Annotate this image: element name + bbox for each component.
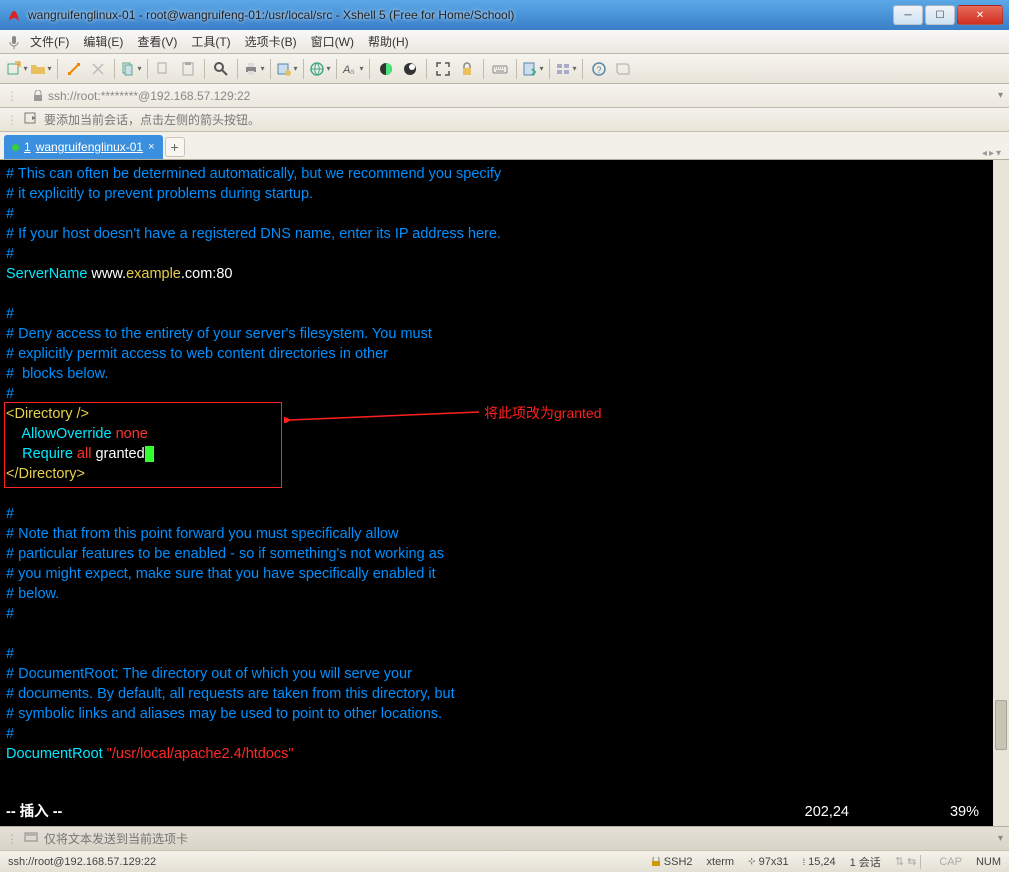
send-bar: ⋮ ▾ bbox=[0, 826, 1009, 850]
status-bar: ssh://root@192.168.57.129:22 SSH2 xterm … bbox=[0, 850, 1009, 872]
help-button[interactable]: ? bbox=[588, 58, 610, 80]
find-button[interactable] bbox=[210, 58, 232, 80]
layout-button[interactable] bbox=[555, 58, 577, 80]
menu-tools[interactable]: 工具(T) bbox=[191, 33, 230, 50]
status-num: NUM bbox=[976, 856, 1001, 868]
menu-view[interactable]: 查看(V) bbox=[137, 33, 177, 50]
vim-mode: -- 插入 -- bbox=[6, 802, 62, 822]
copy-style-button[interactable] bbox=[120, 58, 142, 80]
app-icon bbox=[6, 7, 22, 23]
status-size: ⊹97x31 bbox=[748, 856, 789, 868]
status-connection: ssh://root@192.168.57.129:22 bbox=[8, 856, 637, 868]
connection-status-icon bbox=[12, 144, 19, 151]
fullscreen-button[interactable] bbox=[432, 58, 454, 80]
address-dropdown-icon[interactable]: ▾ bbox=[998, 90, 1003, 101]
app-small-icon bbox=[6, 34, 22, 50]
menu-file[interactable]: 文件(F) bbox=[30, 33, 69, 50]
color-scheme-button[interactable] bbox=[375, 58, 397, 80]
copy-button[interactable] bbox=[153, 58, 175, 80]
status-cursor: ⁞15,24 bbox=[803, 856, 836, 868]
new-tab-button[interactable]: + bbox=[165, 137, 185, 157]
scrollbar[interactable] bbox=[993, 160, 1009, 826]
disconnect-button[interactable] bbox=[87, 58, 109, 80]
send-icon[interactable] bbox=[24, 830, 38, 847]
tab-next-icon[interactable]: ▸ bbox=[989, 148, 994, 159]
status-term: xterm bbox=[707, 856, 735, 868]
add-session-icon[interactable] bbox=[24, 111, 38, 128]
language-button[interactable] bbox=[309, 58, 331, 80]
window-title: wangruifenglinux-01 - root@wangruifeng-0… bbox=[28, 8, 893, 22]
address-bar: ⋮ ssh://root:********@192.168.57.129:22 … bbox=[0, 84, 1009, 108]
transfer-button[interactable] bbox=[522, 58, 544, 80]
menu-window[interactable]: 窗口(W) bbox=[311, 33, 354, 50]
tab-bar: 1 wangruifenglinux-01 × + ◂ ▸ ▾ bbox=[0, 132, 1009, 160]
toggle-theme-button[interactable] bbox=[399, 58, 421, 80]
minimize-button[interactable]: ─ bbox=[893, 5, 923, 25]
titlebar: wangruifenglinux-01 - root@wangruifeng-0… bbox=[0, 0, 1009, 30]
vim-percent: 39% bbox=[950, 802, 979, 822]
svg-text:+: + bbox=[16, 61, 21, 69]
tab-prev-icon[interactable]: ◂ bbox=[982, 148, 987, 159]
properties-button[interactable] bbox=[276, 58, 298, 80]
hint-bar: ⋮ 要添加当前会话，点击左侧的箭头按钮。 bbox=[0, 108, 1009, 132]
terminal[interactable]: # This can often be determined automatic… bbox=[0, 160, 1009, 826]
lock-icon bbox=[32, 90, 44, 102]
menubar: 文件(F) 编辑(E) 查看(V) 工具(T) 选项卡(B) 窗口(W) 帮助(… bbox=[0, 30, 1009, 54]
address-text[interactable]: ssh://root:********@192.168.57.129:22 bbox=[48, 89, 998, 103]
open-session-button[interactable] bbox=[30, 58, 52, 80]
scrollbar-thumb[interactable] bbox=[995, 700, 1007, 750]
tab-label: wangruifenglinux-01 bbox=[36, 140, 143, 154]
send-dropdown-icon[interactable]: ▾ bbox=[998, 833, 1003, 844]
menu-tabs[interactable]: 选项卡(B) bbox=[245, 33, 297, 50]
send-input[interactable] bbox=[44, 832, 992, 846]
svg-text:?: ? bbox=[597, 65, 602, 75]
paste-button[interactable] bbox=[177, 58, 199, 80]
addr-grip-icon: ⋮ bbox=[6, 89, 18, 103]
lock-button[interactable] bbox=[456, 58, 478, 80]
menu-edit[interactable]: 编辑(E) bbox=[83, 33, 123, 50]
status-caps: CAP bbox=[939, 856, 962, 868]
send-grip-icon: ⋮ bbox=[6, 832, 18, 846]
tab-nav: ◂ ▸ ▾ bbox=[982, 148, 1005, 159]
menu-help[interactable]: 帮助(H) bbox=[368, 33, 409, 50]
status-ssh: SSH2 bbox=[651, 856, 693, 868]
svg-text:a: a bbox=[350, 67, 355, 76]
toolbar: + Aa ? bbox=[0, 54, 1009, 84]
vim-position: 202,24 bbox=[805, 802, 849, 822]
keyboard-button[interactable] bbox=[489, 58, 511, 80]
new-session-button[interactable]: + bbox=[6, 58, 28, 80]
status-sessions: 1 会话 bbox=[850, 854, 881, 870]
session-tab[interactable]: 1 wangruifenglinux-01 × bbox=[4, 135, 163, 159]
status-arrows: ⇅ ⇆ bbox=[895, 855, 917, 868]
reconnect-button[interactable] bbox=[63, 58, 85, 80]
hint-grip-icon: ⋮ bbox=[6, 113, 18, 127]
close-button[interactable]: ✕ bbox=[957, 5, 1003, 25]
tab-close-icon[interactable]: × bbox=[148, 141, 154, 153]
font-button[interactable]: Aa bbox=[342, 58, 364, 80]
maximize-button[interactable]: ☐ bbox=[925, 5, 955, 25]
tab-number: 1 bbox=[24, 140, 31, 154]
print-button[interactable] bbox=[243, 58, 265, 80]
about-button[interactable] bbox=[612, 58, 634, 80]
hint-text: 要添加当前会话，点击左侧的箭头按钮。 bbox=[44, 111, 260, 128]
tab-list-icon[interactable]: ▾ bbox=[996, 148, 1001, 159]
